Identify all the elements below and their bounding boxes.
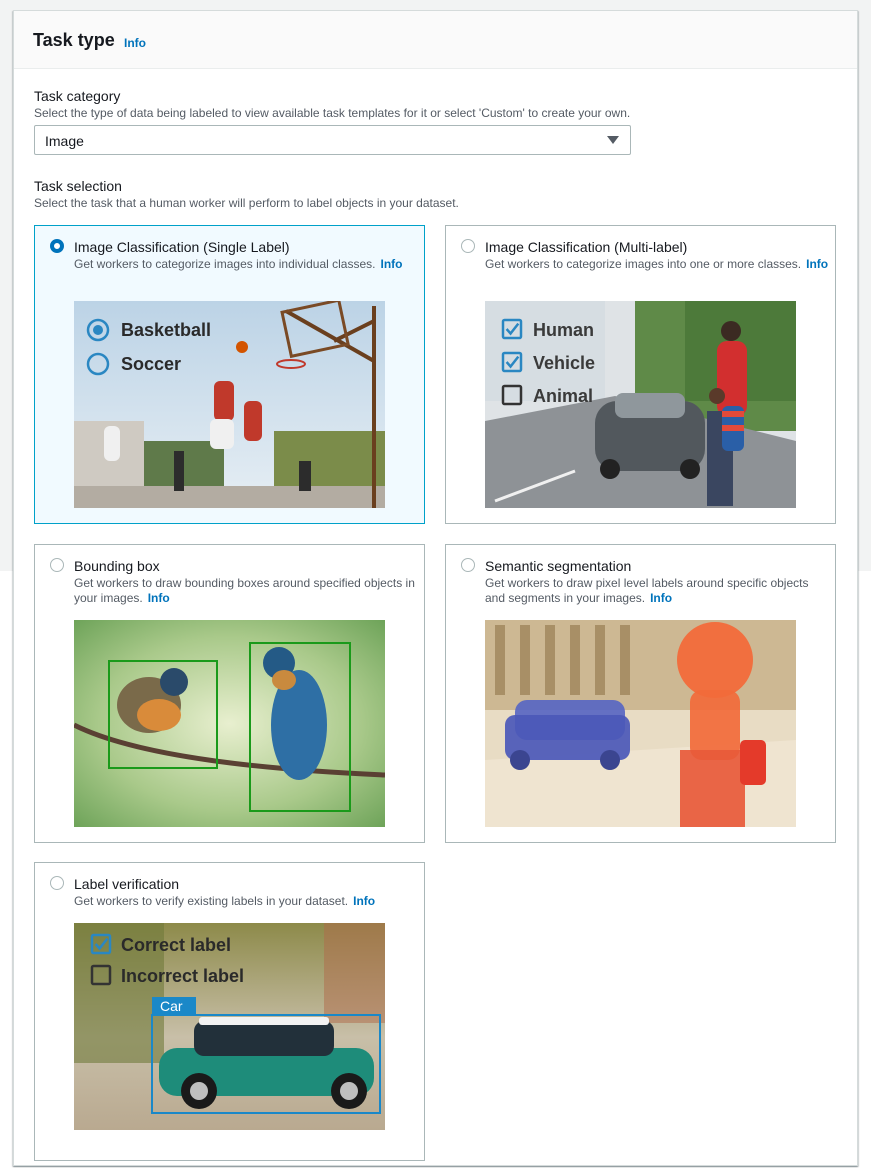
task-selection-label: Task selection (34, 178, 122, 194)
image-label: Basketball (121, 320, 211, 340)
image-label: Animal (533, 386, 593, 406)
radio-dot-icon (93, 325, 103, 335)
card-title: Image Classification (Single Label) (74, 239, 290, 255)
card-label-verification[interactable]: Label verification Get workers to verify… (34, 862, 425, 1161)
card-description: Get workers to verify existing labels in… (74, 894, 376, 908)
card-image-classification-single[interactable]: Image Classification (Single Label) Get … (34, 225, 425, 524)
task-category-label: Task category (34, 88, 121, 104)
task-category-value: Image (45, 133, 84, 149)
car-illustration: Correct label Incorrect label Car (74, 923, 385, 1130)
label-tag-text: Car (160, 998, 183, 1014)
radio-label-verification[interactable] (50, 876, 64, 890)
panel-header: Task type Info (14, 11, 857, 69)
task-selection-description: Select the task that a human worker will… (34, 196, 459, 210)
task-category-description: Select the type of data being labeled to… (34, 106, 631, 120)
segmentation-illustration (485, 620, 796, 827)
image-label: Human (533, 320, 594, 340)
card-image-classification-multi[interactable]: Image Classification (Multi-label) Get w… (445, 225, 836, 524)
basketball-illustration: Basketball Soccer (74, 301, 385, 508)
card-description: Get workers to categorize images into on… (485, 257, 829, 271)
card-semantic-segmentation[interactable]: Semantic segmentation Get workers to dra… (445, 544, 836, 843)
card-title: Label verification (74, 876, 180, 892)
card-info-link[interactable]: Info (148, 591, 170, 605)
basketball-image: Basketball Soccer (74, 301, 385, 508)
card-title: Image Classification (Multi-label) (485, 239, 688, 255)
card-title: Semantic segmentation (485, 558, 632, 574)
card-description: Get workers to draw bounding boxes aroun… (74, 576, 415, 605)
card-info-link[interactable]: Info (353, 894, 375, 908)
birds-image (74, 620, 385, 827)
card-bounding-box[interactable]: Bounding box Get workers to draw boundin… (34, 544, 425, 843)
birds-illustration (74, 620, 385, 827)
task-category-select[interactable]: Image (34, 125, 631, 155)
panel-title: Task type (33, 30, 115, 50)
image-label: Incorrect label (121, 966, 244, 986)
radio-single-label[interactable] (50, 239, 64, 253)
car-image: Correct label Incorrect label Car (74, 923, 385, 1130)
card-description: Get workers to draw pixel level labels a… (485, 576, 809, 605)
radio-bounding-box[interactable] (50, 558, 64, 572)
street-image: Human Vehicle Animal (485, 301, 796, 508)
task-type-panel: Task type Info Task category Select the … (13, 10, 858, 1166)
image-label: Soccer (121, 354, 181, 374)
segmentation-image (485, 620, 796, 827)
card-description: Get workers to categorize images into in… (74, 257, 403, 271)
radio-multi-label[interactable] (461, 239, 475, 253)
card-title: Bounding box (74, 558, 160, 574)
card-info-link[interactable]: Info (650, 591, 672, 605)
street-illustration: Human Vehicle Animal (485, 301, 796, 508)
caret-down-icon (607, 136, 619, 144)
card-info-link[interactable]: Info (380, 257, 402, 271)
header-info-link[interactable]: Info (124, 36, 146, 50)
image-label: Correct label (121, 935, 231, 955)
card-info-link[interactable]: Info (806, 257, 828, 271)
radio-semantic-segmentation[interactable] (461, 558, 475, 572)
image-label: Vehicle (533, 353, 595, 373)
